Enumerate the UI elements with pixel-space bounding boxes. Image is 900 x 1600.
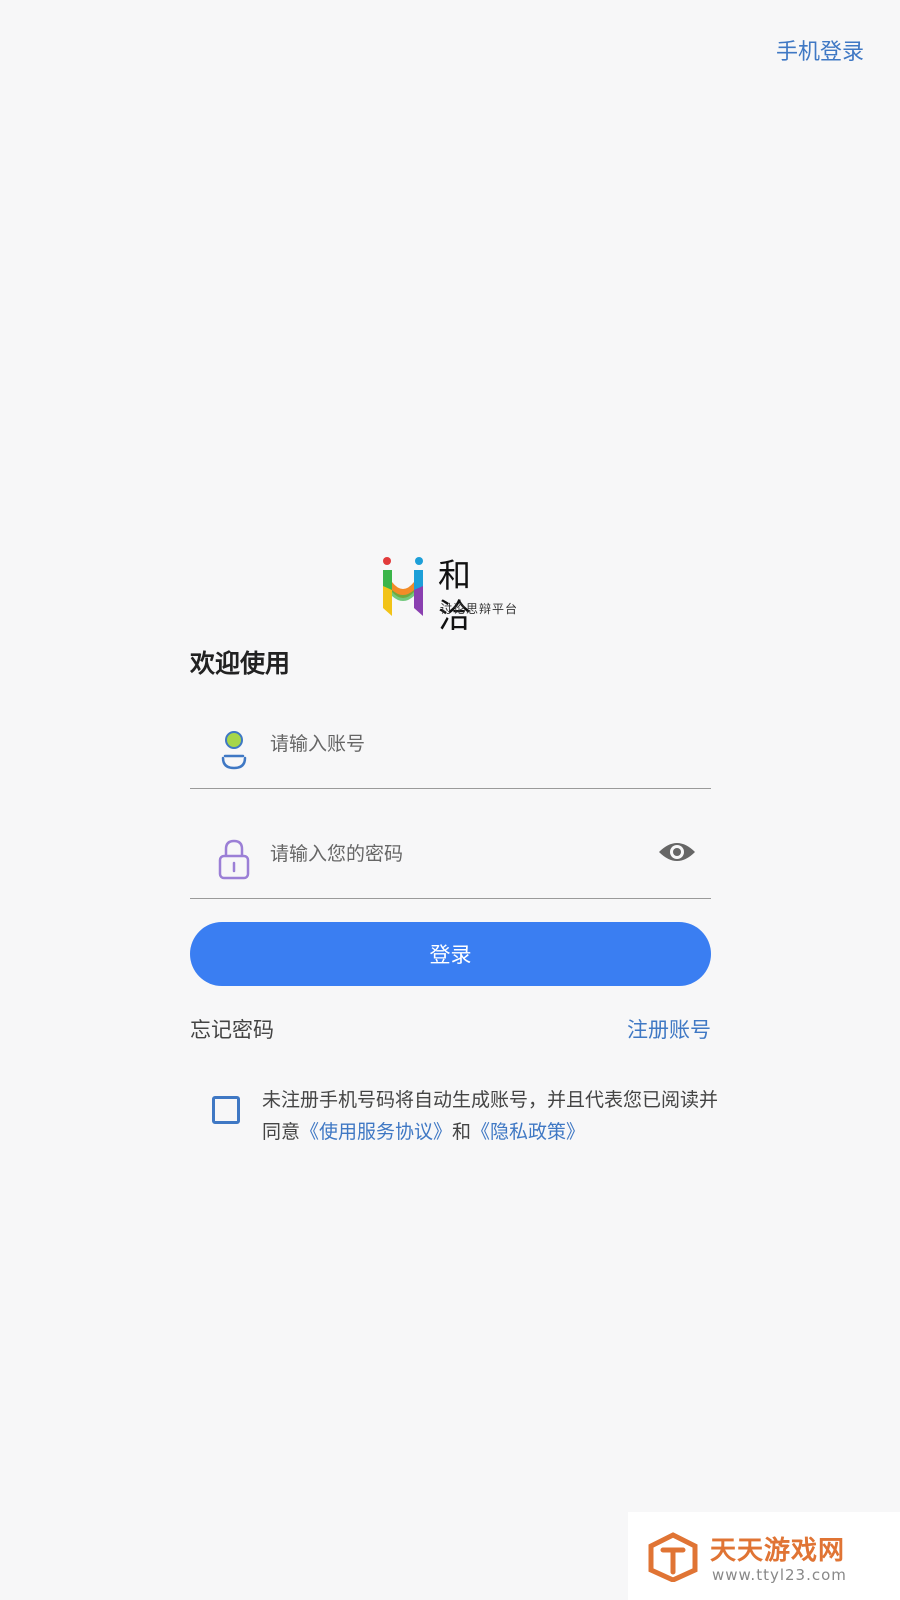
logo-subtitle: 讨论思辩平台	[440, 602, 519, 616]
password-input[interactable]	[268, 836, 642, 872]
user-icon	[221, 731, 247, 770]
welcome-heading: 欢迎使用	[190, 649, 291, 678]
password-field-row	[190, 822, 711, 899]
lock-icon	[218, 839, 250, 880]
logo-name: 和 洽	[438, 556, 479, 635]
watermark-logo-icon	[648, 1532, 698, 1582]
forgot-password-link[interactable]: 忘记密码	[190, 1014, 274, 1044]
logo-mark-icon	[383, 557, 423, 616]
agreement-and: 和	[452, 1121, 472, 1143]
phone-login-link[interactable]: 手机登录	[776, 34, 864, 66]
account-field-row	[190, 712, 711, 789]
watermark: 天天游戏网 www.ttyl23.com	[628, 1512, 900, 1600]
agreement-checkbox[interactable]	[212, 1096, 240, 1124]
watermark-url: www.ttyl23.com	[712, 1566, 847, 1584]
agreement-text: 未注册手机号码将自动生成账号，并且代表您已阅读并同意《使用服务协议》和《隐私政策…	[262, 1084, 722, 1148]
watermark-title: 天天游戏网	[710, 1536, 846, 1566]
register-link[interactable]: 注册账号	[627, 1014, 711, 1044]
eye-icon[interactable]	[657, 838, 697, 866]
terms-link[interactable]: 《使用服务协议》	[300, 1121, 452, 1143]
login-button[interactable]: 登录	[190, 922, 711, 986]
privacy-link[interactable]: 《隐私政策》	[471, 1121, 585, 1143]
app-logo: 和 洽 讨论思辩平台	[380, 556, 530, 635]
account-input[interactable]	[268, 726, 642, 762]
